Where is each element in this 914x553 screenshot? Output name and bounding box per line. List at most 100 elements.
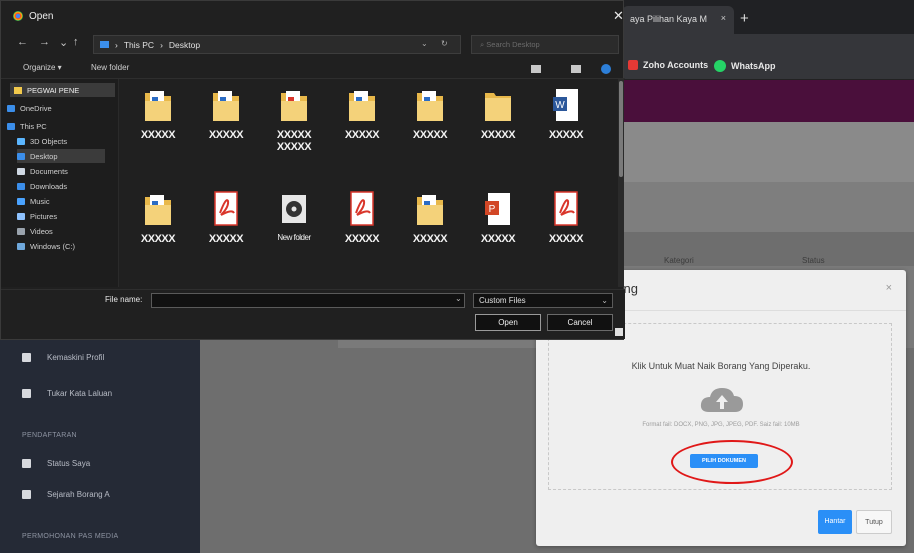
bookmark-zoho[interactable]: Zoho Accounts: [628, 60, 708, 70]
file-item-label: XXXXX: [208, 129, 244, 141]
forward-icon[interactable]: →: [39, 36, 50, 48]
resize-grip[interactable]: [615, 328, 623, 336]
chevron-down-icon[interactable]: ⌄: [455, 294, 462, 303]
file-item-label: XXXXX: [480, 129, 516, 141]
modal-close-icon[interactable]: ×: [886, 282, 892, 294]
close-modal-button[interactable]: Tutup: [856, 510, 892, 534]
scrollbar-thumb[interactable]: [619, 81, 623, 177]
file-item[interactable]: New folder: [261, 183, 327, 273]
file-item[interactable]: XXXXX XXXXX: [261, 79, 327, 169]
music-icon: [17, 197, 25, 205]
open-button[interactable]: Open: [475, 314, 541, 331]
key-icon: [22, 389, 31, 398]
organize-menu[interactable]: Organize ▾: [23, 63, 62, 72]
sidebar-item-kemaskini-profil[interactable]: Kemaskini Profil: [22, 353, 104, 362]
path-sep: ›: [115, 39, 118, 50]
nav-item-onedrive[interactable]: OneDrive: [7, 101, 52, 115]
file-item[interactable]: XXXXX: [397, 79, 463, 169]
file-item[interactable]: XXXXX: [533, 183, 599, 273]
nav-item-videos[interactable]: Videos: [17, 224, 53, 238]
nav-item-pegawai[interactable]: PEGWAI PENE: [10, 83, 115, 97]
nav-item-label: 3D Objects: [30, 136, 68, 146]
file-item[interactable]: XXXXX: [465, 79, 531, 169]
submit-button[interactable]: Hantar: [818, 510, 852, 534]
address-dropdown-icon[interactable]: ⌄: [421, 39, 428, 48]
file-item-label: XXXXX: [548, 129, 584, 141]
svg-text:W: W: [555, 100, 565, 111]
nav-item-documents[interactable]: Documents: [17, 164, 68, 178]
preview-pane-icon[interactable]: [571, 65, 581, 73]
sidebar-item-sejarah-borang[interactable]: Sejarah Borang A: [22, 490, 110, 499]
nav-item-label: PEGWAI PENE: [27, 85, 80, 95]
file-item[interactable]: W XXXXX: [533, 79, 599, 169]
file-name-input[interactable]: [151, 293, 465, 308]
view-icon[interactable]: [531, 65, 541, 73]
browser-tab[interactable]: aya Pilihan Kaya M ×: [622, 6, 734, 34]
nav-item-music[interactable]: Music: [17, 194, 50, 208]
nav-item-this-pc[interactable]: This PC: [7, 119, 47, 133]
column-header-kategori: Kategori: [664, 256, 694, 265]
documents-icon: [17, 167, 25, 175]
bookmark-whatsapp-label: WhatsApp: [731, 61, 776, 71]
file-item[interactable]: XXXXX: [329, 79, 395, 169]
file-item[interactable]: XXXXX: [125, 79, 191, 169]
computer-icon: [7, 122, 15, 130]
sidebar-item-status-saya[interactable]: Status Saya: [22, 459, 90, 468]
recent-locations-icon[interactable]: ⌄: [59, 36, 68, 49]
path-sep: ›: [160, 39, 163, 50]
nav-item-desktop[interactable]: Desktop: [17, 149, 105, 163]
pdf-file-icon: [552, 191, 580, 227]
nav-item-label: Pictures: [30, 211, 58, 221]
nav-item-label: Downloads: [30, 181, 68, 191]
download-icon: [17, 182, 25, 190]
app-section: [600, 122, 914, 182]
open-file-dialog: Open ✕ ← → ⌄ ↑ › This PC › Desktop ⌄ ↻ ⌕…: [0, 0, 625, 340]
file-item-label: XXXXX: [140, 129, 176, 141]
bookmark-zoho-label: Zoho Accounts: [643, 60, 709, 70]
sidebar-item-label: Kemaskini Profil: [47, 353, 105, 362]
breadcrumb-desktop[interactable]: Desktop: [169, 40, 200, 50]
file-item[interactable]: XXXXX: [329, 183, 395, 273]
bookmark-whatsapp[interactable]: WhatsApp: [714, 60, 776, 72]
file-item[interactable]: P XXXXX: [465, 183, 531, 273]
pdf-folder-icon: [280, 87, 308, 123]
search-input[interactable]: ⌕ Search Desktop: [471, 35, 619, 54]
nav-item-windows-c[interactable]: Windows (C:): [17, 239, 75, 253]
cancel-button[interactable]: Cancel: [547, 314, 613, 331]
file-item-label: XXXXX: [208, 233, 244, 245]
document-folder-icon: [348, 87, 376, 123]
file-type-select[interactable]: Custom Files ⌄: [473, 293, 613, 308]
file-list-scrollbar[interactable]: [618, 79, 624, 287]
file-item[interactable]: XXXXX: [193, 79, 259, 169]
nav-item-pictures[interactable]: Pictures: [17, 209, 57, 223]
new-tab-button[interactable]: +: [740, 10, 749, 27]
pdf-file-icon: [348, 191, 376, 227]
breadcrumb-this-pc[interactable]: This PC: [124, 40, 154, 50]
sidebar-section-pendaftaran: PENDAFTARAN: [22, 432, 77, 439]
history-icon: [22, 490, 31, 499]
up-folder-icon[interactable]: ↑: [73, 36, 79, 48]
nav-item-label: OneDrive: [20, 103, 52, 113]
cube-icon: [17, 137, 25, 145]
tab-close-icon[interactable]: ×: [721, 13, 726, 23]
document-folder-icon: [144, 191, 172, 227]
help-icon[interactable]: [601, 64, 611, 74]
back-icon[interactable]: ←: [17, 36, 28, 48]
refresh-icon[interactable]: ↻: [441, 39, 448, 48]
file-item[interactable]: XXXXX: [125, 183, 191, 273]
address-row: ← → ⌄ ↑ › This PC › Desktop ⌄ ↻ ⌕ Search…: [1, 33, 625, 57]
nav-item-3d-objects[interactable]: 3D Objects: [17, 134, 67, 148]
address-bar[interactable]: › This PC › Desktop: [93, 35, 461, 54]
upload-dropzone[interactable]: Klik Untuk Muat Naik Borang Yang Diperak…: [548, 323, 892, 490]
new-folder-button[interactable]: New folder: [91, 63, 129, 72]
file-list: XXXXX XXXXX XXXXX XXXXX XXXXX XXXXX XXXXX W XXX…: [121, 79, 619, 287]
disc-folder-icon: [280, 191, 308, 227]
file-item[interactable]: XXXXX: [397, 183, 463, 273]
dialog-close-icon[interactable]: ✕: [613, 8, 624, 24]
sidebar-item-tukar-kata-laluan[interactable]: Tukar Kata Laluan: [22, 389, 112, 398]
app-section: [600, 182, 914, 232]
nav-item-downloads[interactable]: Downloads: [17, 179, 67, 193]
zoho-icon: [628, 60, 638, 70]
file-item[interactable]: XXXXX: [193, 183, 259, 273]
document-folder-icon: [416, 191, 444, 227]
